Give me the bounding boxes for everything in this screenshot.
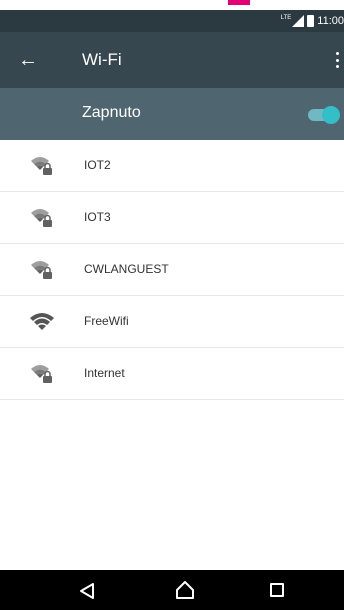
overflow-menu-icon[interactable] [334,52,340,68]
network-list: IOT2 IOT3 CWLANGUEST FreeWifi Internet [0,140,344,400]
network-row-internet[interactable]: Internet [0,348,344,400]
wifi-lock-icon [31,209,52,227]
page-title: Wi-Fi [82,50,122,69]
network-name: Internet [84,366,125,380]
wifi-toggle-bar[interactable]: Zapnuto [0,88,344,140]
network-name: IOT2 [84,158,111,172]
back-arrow-icon[interactable]: ← [18,48,38,72]
status-icons: LTE 11:00 [281,12,344,30]
network-name: FreeWifi [84,314,129,328]
brand-mark [228,0,250,5]
network-type-label: LTE [280,15,292,21]
app-bar: ← Wi-Fi [0,32,344,88]
wifi-lock-icon [31,261,52,279]
network-row-iot3[interactable]: IOT3 [0,192,344,244]
nav-back-icon[interactable] [78,582,96,600]
navigation-bar [0,570,344,610]
network-row-iot2[interactable]: IOT2 [0,140,344,192]
network-row-freewifi[interactable]: FreeWifi [0,296,344,348]
signal-icon [292,15,305,27]
nav-recent-apps-icon[interactable] [270,583,284,597]
wifi-lock-icon [31,157,52,175]
network-name: IOT3 [84,210,111,224]
nav-home-icon[interactable] [174,580,196,600]
wifi-toggle-label: Zapnuto [82,104,141,121]
status-time: 11:00 [317,15,344,27]
battery-icon [307,15,315,27]
top-strip [0,0,344,10]
wifi-icon [30,313,54,330]
network-row-cwlanguest[interactable]: CWLANGUEST [0,244,344,296]
wifi-lock-icon [31,365,52,383]
wifi-switch-thumb [322,106,340,124]
wifi-switch[interactable] [304,106,340,124]
status-bar: LTE 11:00 [0,10,344,32]
network-name: CWLANGUEST [84,262,169,276]
